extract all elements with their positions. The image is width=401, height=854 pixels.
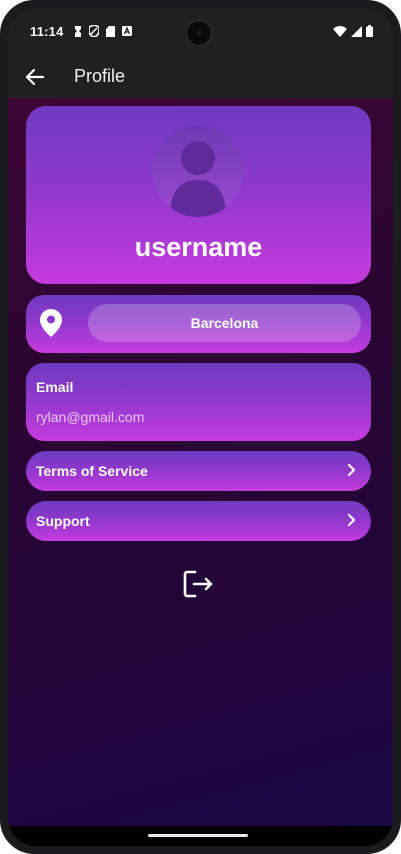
text-a-icon	[122, 26, 132, 36]
profile-content: username Barcelona Email rylan@gmail.com…	[8, 98, 393, 826]
device-frame: 11:14 Profile username Barcelona Email r…	[0, 0, 401, 854]
location-card: Barcelona	[26, 295, 371, 353]
profile-header-card: username	[26, 106, 371, 284]
email-value: rylan@gmail.com	[36, 409, 145, 425]
status-time: 11:14	[30, 24, 64, 39]
support-label: Support	[36, 513, 90, 529]
status-right-icons	[333, 25, 373, 37]
chevron-right-icon	[347, 463, 356, 477]
back-arrow-icon[interactable]	[24, 66, 46, 88]
support-item[interactable]: Support	[26, 501, 371, 541]
page-title: Profile	[74, 66, 126, 86]
home-indicator[interactable]	[148, 834, 248, 837]
front-camera	[186, 20, 212, 46]
location-field[interactable]: Barcelona	[88, 304, 361, 342]
status-bar: 11:14	[8, 8, 393, 56]
email-card: Email rylan@gmail.com	[26, 363, 371, 441]
terms-of-service-item[interactable]: Terms of Service	[26, 451, 371, 491]
shield-icon	[89, 25, 99, 37]
navigation-bar	[8, 826, 393, 846]
screen: 11:14 Profile username Barcelona Email r…	[8, 8, 393, 846]
avatar[interactable]	[152, 125, 244, 217]
sd-card-icon	[106, 25, 115, 37]
signal-icon	[351, 25, 362, 37]
username: username	[134, 232, 263, 262]
chevron-right-icon	[347, 513, 356, 527]
app-bar: Profile	[8, 56, 393, 98]
location-pin-icon	[40, 309, 62, 337]
person-icon	[170, 141, 226, 217]
logout-icon[interactable]	[182, 568, 214, 600]
notification-icon	[75, 25, 81, 37]
email-label: Email	[36, 379, 74, 395]
wifi-icon	[333, 25, 347, 37]
battery-icon	[366, 25, 373, 37]
terms-of-service-label: Terms of Service	[36, 463, 148, 479]
status-left-icons	[74, 25, 132, 37]
